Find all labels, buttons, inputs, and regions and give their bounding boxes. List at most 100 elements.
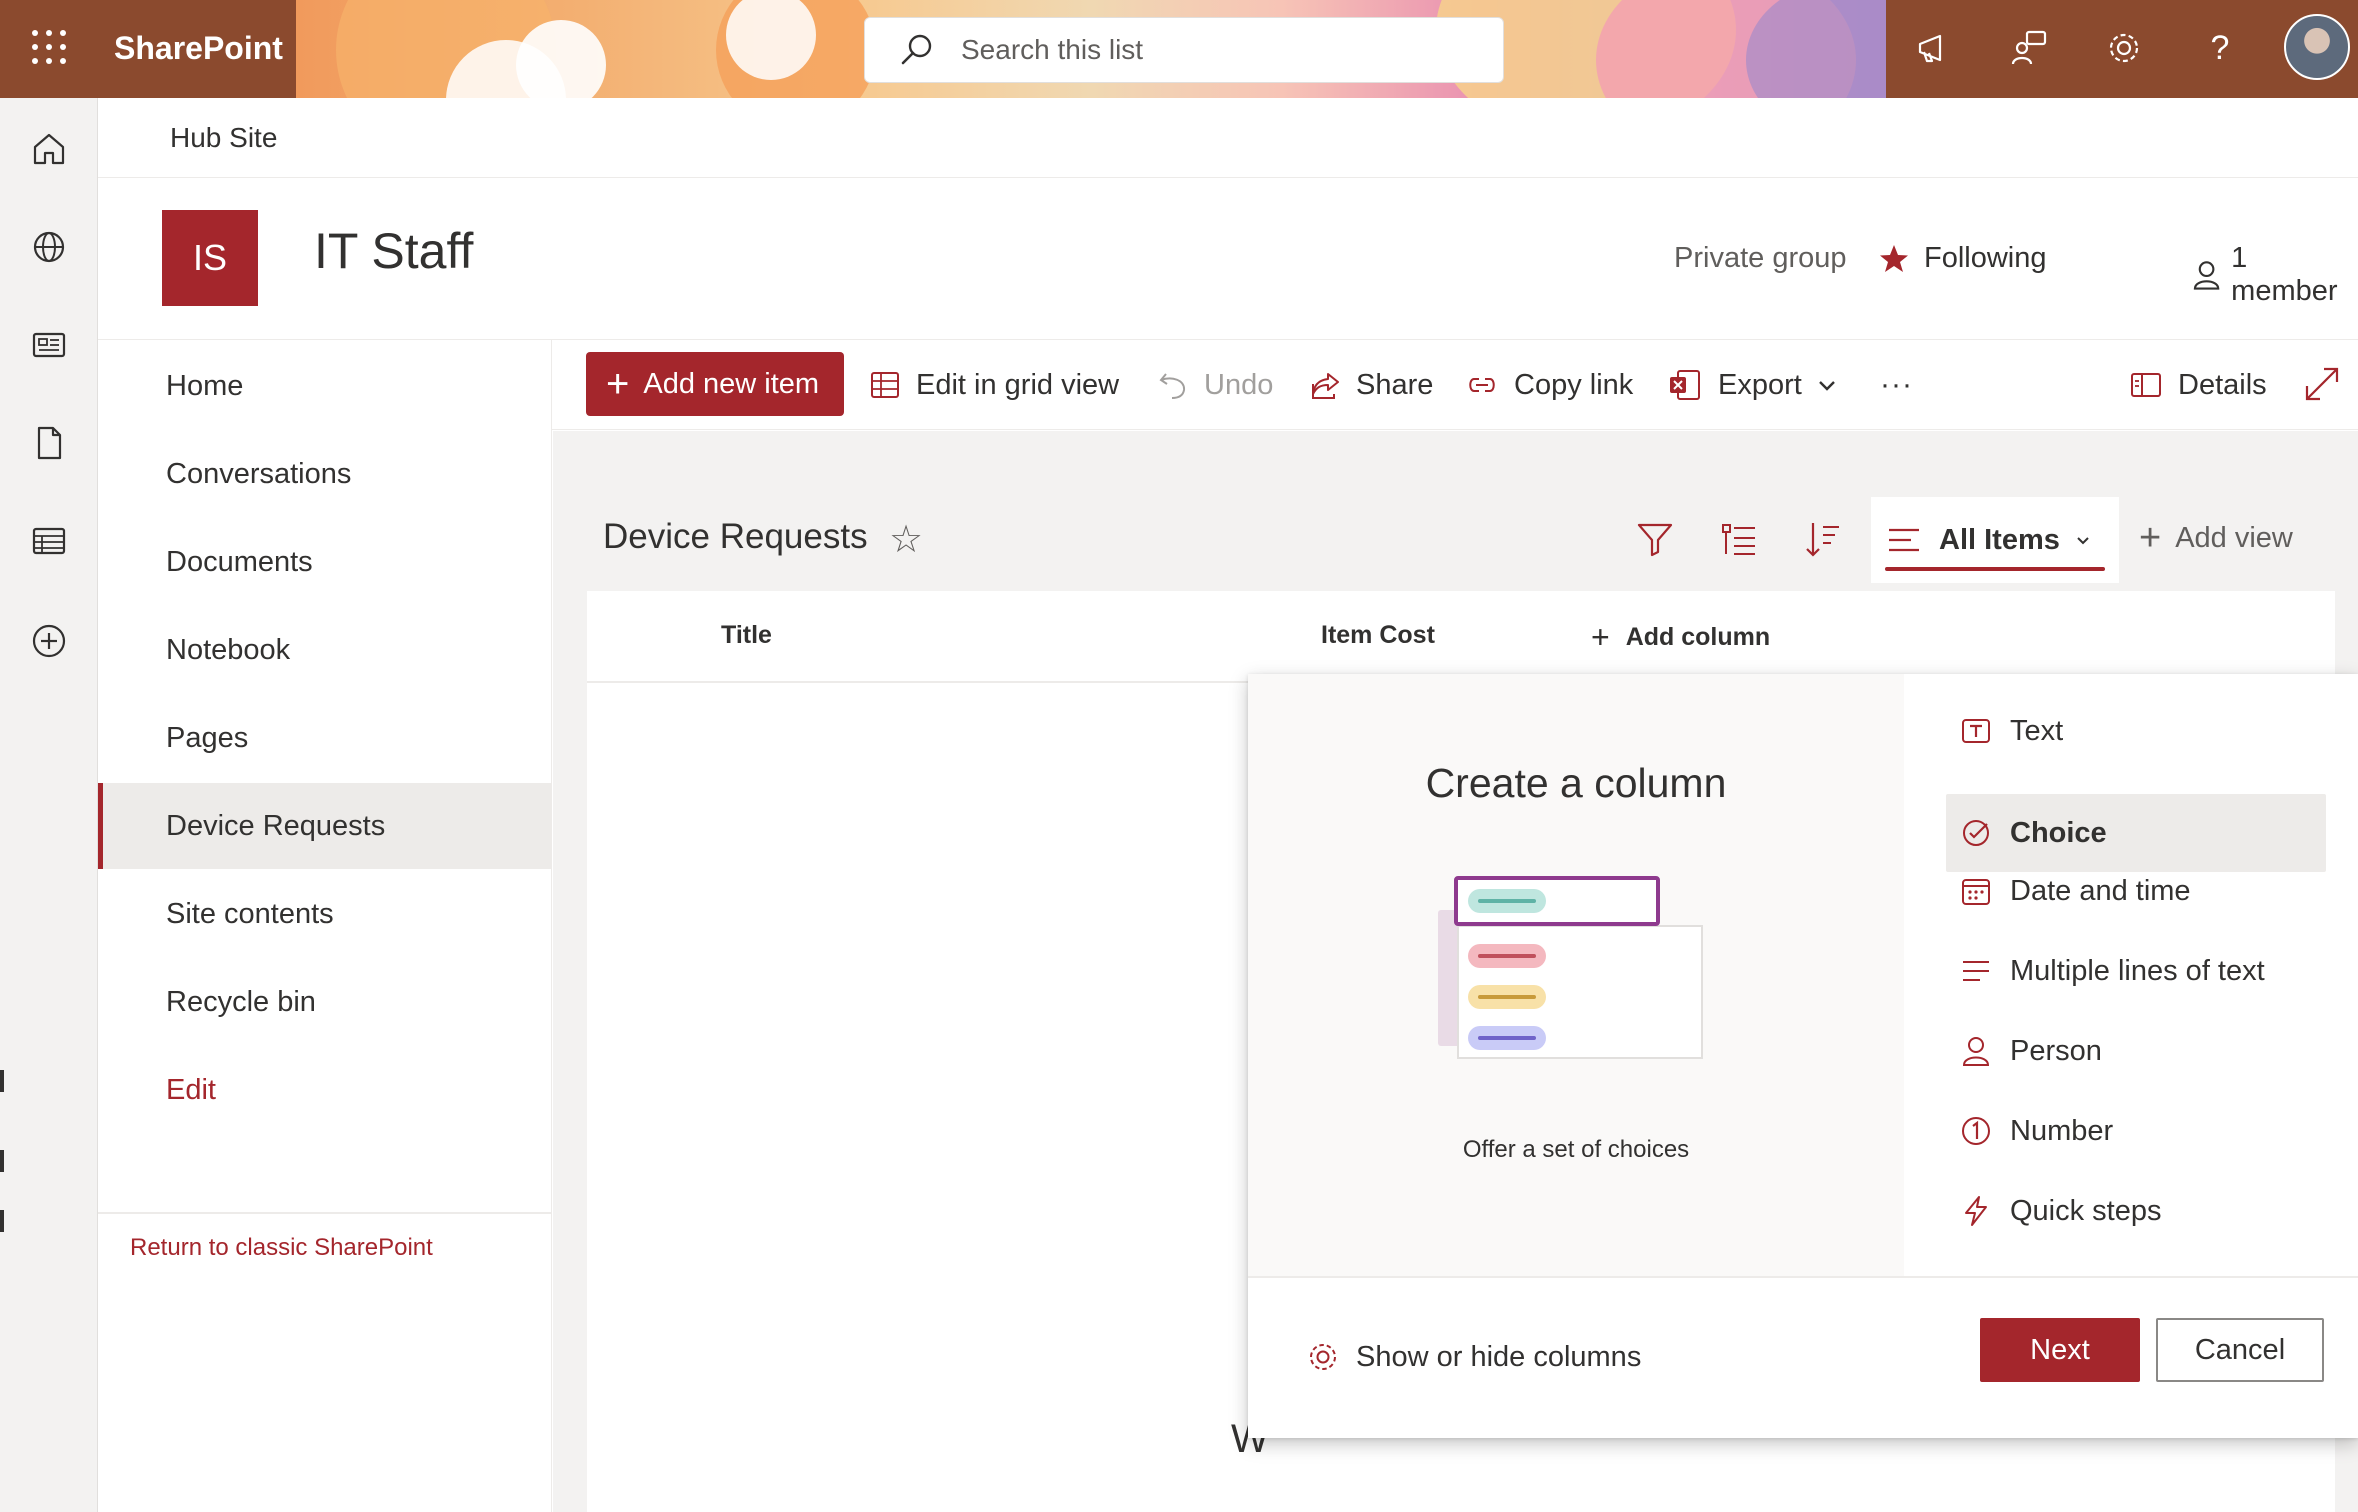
column-type-list: Text Choice Date and time Multiple lines… bbox=[1904, 674, 2358, 1276]
view-selected-indicator bbox=[1885, 567, 2105, 571]
favorite-star-icon[interactable]: ☆ bbox=[889, 517, 923, 562]
plus-icon: + bbox=[2139, 517, 2162, 559]
choice-illustration-icon bbox=[1438, 876, 1703, 1059]
lines-icon bbox=[1963, 961, 1989, 981]
add-new-item-button[interactable]: + Add new item bbox=[586, 352, 844, 416]
document-icon[interactable] bbox=[30, 424, 68, 462]
column-type-label: Multiple lines of text bbox=[2010, 954, 2265, 987]
add-column-button[interactable]: + Add column bbox=[1591, 621, 1770, 653]
cancel-button[interactable]: Cancel bbox=[2156, 1318, 2324, 1382]
suite-bar: SharePoint Search this list ? bbox=[0, 0, 2358, 98]
nav-item-recycle-bin[interactable]: Recycle bin bbox=[98, 959, 552, 1045]
calendar-icon bbox=[1962, 879, 1990, 905]
column-type-label: Date and time bbox=[2010, 874, 2191, 907]
nav-item-site-contents[interactable]: Site contents bbox=[98, 871, 552, 957]
chevron-down-icon bbox=[1818, 381, 1835, 391]
lightning-icon bbox=[1965, 1196, 1987, 1226]
edge-mark bbox=[0, 1150, 4, 1172]
edge-mark bbox=[0, 1210, 4, 1232]
column-type-label: Quick steps bbox=[2010, 1194, 2162, 1227]
list-icon[interactable] bbox=[30, 522, 68, 560]
sort-icon[interactable] bbox=[1803, 519, 1843, 559]
megaphone-icon[interactable] bbox=[1914, 28, 1954, 68]
brand-name[interactable]: SharePoint bbox=[114, 30, 283, 67]
site-logo[interactable]: IS bbox=[162, 210, 258, 306]
details-label: Details bbox=[2178, 368, 2267, 401]
grid-header: Title Item Cost + Add column bbox=[587, 591, 2335, 683]
app-rail bbox=[0, 98, 98, 1512]
person-icon bbox=[2193, 261, 2220, 290]
column-type-label: Number bbox=[2010, 1114, 2114, 1147]
nav-item-conversations[interactable]: Conversations bbox=[98, 431, 552, 517]
nav-item-home[interactable]: Home bbox=[98, 343, 552, 429]
home-icon[interactable] bbox=[30, 130, 68, 168]
column-type-multiple-lines[interactable]: Multiple lines of text bbox=[1946, 932, 2326, 1010]
export-label: Export bbox=[1718, 368, 1802, 401]
group-by-icon[interactable] bbox=[1719, 519, 1759, 559]
nav-item-device-requests[interactable]: Device Requests bbox=[98, 783, 552, 869]
return-classic-link[interactable]: Return to classic SharePoint bbox=[130, 1234, 433, 1262]
column-header-title[interactable]: Title bbox=[721, 621, 772, 650]
expand-icon[interactable] bbox=[2302, 364, 2342, 404]
gear-icon bbox=[1310, 1344, 1336, 1370]
view-selector[interactable]: All Items bbox=[1871, 497, 2119, 583]
avatar[interactable] bbox=[2284, 14, 2350, 80]
gear-icon[interactable] bbox=[2104, 28, 2144, 68]
column-type-quick-steps[interactable]: Quick steps bbox=[1946, 1172, 2326, 1250]
person-icon bbox=[1962, 1037, 1990, 1066]
globe-icon[interactable] bbox=[30, 228, 68, 266]
nav-divider bbox=[98, 1212, 552, 1214]
edit-grid-view-button[interactable]: Edit in grid view bbox=[870, 358, 1119, 412]
check-circle-icon bbox=[1963, 820, 1989, 846]
export-button[interactable]: Export bbox=[1668, 358, 1838, 412]
site-header: IS IT Staff Private group Following 1 me… bbox=[98, 178, 2358, 340]
text-box-icon bbox=[1962, 719, 1990, 743]
chevron-down-icon bbox=[2077, 537, 2089, 545]
create-column-panel: Create a column Offer a set of choices T… bbox=[1248, 674, 2358, 1438]
app-launcher-icon[interactable] bbox=[32, 30, 66, 64]
grid-icon bbox=[871, 372, 899, 398]
nav-item-pages[interactable]: Pages bbox=[98, 695, 552, 781]
column-header-item-cost[interactable]: Item Cost bbox=[1321, 621, 1435, 650]
panel-footer: Show or hide columns Next Cancel bbox=[1248, 1276, 2358, 1438]
column-type-date-time[interactable]: Date and time bbox=[1946, 852, 2326, 930]
follow-label: Following bbox=[1924, 242, 2047, 274]
share-button[interactable]: Share bbox=[1310, 358, 1433, 412]
details-button[interactable]: Details bbox=[2130, 358, 2267, 412]
undo-icon bbox=[1159, 373, 1186, 399]
filter-icon[interactable] bbox=[1635, 519, 1675, 559]
follow-button[interactable]: Following bbox=[1878, 242, 2047, 275]
undo-button[interactable]: Undo bbox=[1158, 358, 1273, 412]
plus-icon: + bbox=[1591, 619, 1610, 655]
copy-link-button[interactable]: Copy link bbox=[1466, 358, 1633, 412]
members-button[interactable]: 1 member bbox=[2192, 242, 2358, 308]
hub-site-link[interactable]: Hub Site bbox=[170, 122, 277, 154]
site-title[interactable]: IT Staff bbox=[314, 222, 473, 280]
add-circle-icon[interactable] bbox=[30, 622, 68, 660]
members-label: 1 member bbox=[2231, 242, 2338, 307]
share-label: Share bbox=[1356, 368, 1434, 401]
add-view-button[interactable]: + Add view bbox=[2139, 519, 2293, 557]
view-list-icon bbox=[1889, 528, 1919, 552]
edge-mark bbox=[0, 1070, 4, 1092]
column-type-label: Choice bbox=[2010, 816, 2107, 849]
next-button[interactable]: Next bbox=[1980, 1318, 2140, 1382]
show-hide-columns-link[interactable]: Show or hide columns bbox=[1306, 1340, 1641, 1374]
feedback-icon[interactable] bbox=[2010, 28, 2050, 68]
number-circle-icon bbox=[1962, 1117, 1990, 1145]
help-icon[interactable]: ? bbox=[2200, 28, 2240, 68]
nav-edit-link[interactable]: Edit bbox=[98, 1047, 552, 1133]
column-type-person[interactable]: Person bbox=[1946, 1012, 2326, 1090]
list-title: Device Requests bbox=[603, 517, 868, 556]
panel-description: Offer a set of choices bbox=[1462, 1136, 1690, 1163]
news-icon[interactable] bbox=[30, 326, 68, 364]
share-icon bbox=[1312, 373, 1339, 399]
search-placeholder: Search this list bbox=[961, 34, 1144, 65]
search-box[interactable]: Search this list bbox=[864, 17, 1504, 83]
column-type-text[interactable]: Text bbox=[1946, 692, 2326, 770]
column-preview: Create a column Offer a set of choices bbox=[1248, 674, 1904, 1276]
nav-item-notebook[interactable]: Notebook bbox=[98, 607, 552, 693]
more-button[interactable]: ··· bbox=[1880, 358, 1913, 412]
nav-item-documents[interactable]: Documents bbox=[98, 519, 552, 605]
column-type-number[interactable]: Number bbox=[1946, 1092, 2326, 1170]
